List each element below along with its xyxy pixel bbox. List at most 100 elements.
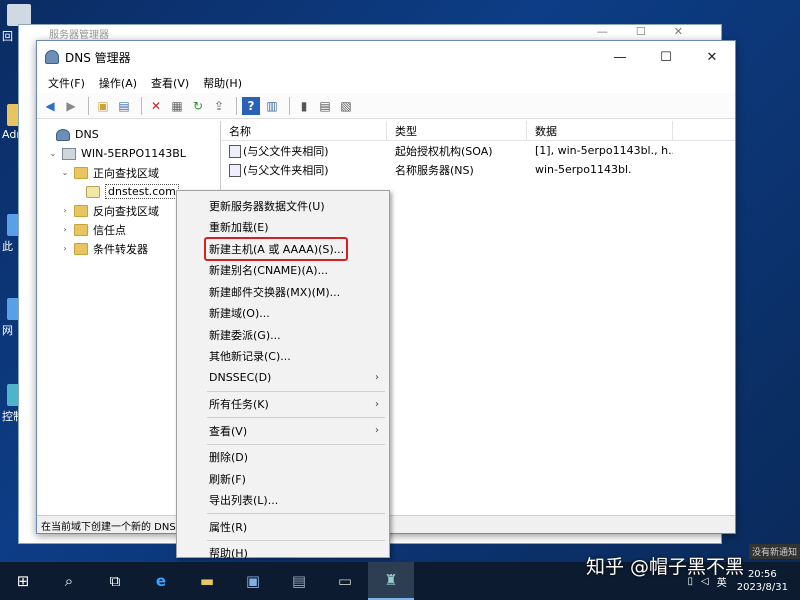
windows-logo-icon: ⊞ xyxy=(16,572,30,590)
up-folder-icon[interactable]: ▣ xyxy=(94,97,112,115)
dns-app-icon xyxy=(45,50,59,64)
menu-separator xyxy=(207,390,385,392)
context-menu: 更新服务器数据文件(U) 重新加载(E) 新建主机(A 或 AAAA)(S)..… xyxy=(176,190,390,560)
tree-label: DNS xyxy=(75,128,99,141)
terminal-icon: ▭ xyxy=(337,572,353,590)
forward-arrow-icon[interactable]: ▶ xyxy=(62,97,80,115)
menu-separator xyxy=(207,513,385,514)
tree-node-server[interactable]: ⌄ WIN-5ERPO1143BL xyxy=(37,144,220,163)
menu-item-other-new-records[interactable]: 其他新记录(C)... xyxy=(177,346,389,368)
show-hide-tree-icon[interactable]: ▤ xyxy=(115,97,133,115)
column-header-type[interactable]: 类型 xyxy=(387,121,527,140)
folder-icon xyxy=(74,204,88,217)
record-name: (与父文件夹相同) xyxy=(243,163,329,177)
server-icon xyxy=(62,147,76,160)
menu-item-dnssec[interactable]: DNSSEC(D) › xyxy=(177,367,389,389)
server-manager-titlebar: 服务器管理器 —☐✕ xyxy=(19,25,721,41)
menu-item-refresh[interactable]: 刷新(F) xyxy=(177,468,389,490)
record-icon xyxy=(229,145,241,158)
menu-item-new-mail-exchanger[interactable]: 新建邮件交换器(MX)(M)... xyxy=(177,281,389,303)
list-row[interactable]: (与父文件夹相同) 起始授权机构(SOA) [1], win-5erpo1143… xyxy=(221,141,735,160)
menu-file[interactable]: 文件(F) xyxy=(41,75,92,91)
column-header-name[interactable]: 名称 xyxy=(221,121,387,140)
notification-snippet[interactable]: 没有新通知 xyxy=(748,544,800,559)
menu-item-delete[interactable]: 删除(D) xyxy=(177,447,389,469)
menu-separator xyxy=(207,417,385,418)
menu-item-update-server-data[interactable]: 更新服务器数据文件(U) xyxy=(177,195,389,217)
toolbar-separator xyxy=(289,96,290,115)
chevron-down-icon[interactable]: ⌄ xyxy=(47,149,59,158)
menu-view[interactable]: 查看(V) xyxy=(144,75,196,91)
chevron-right-icon[interactable]: › xyxy=(59,244,71,253)
refresh-icon[interactable]: ↻ xyxy=(189,97,207,115)
start-button[interactable]: ⊞ xyxy=(0,562,46,600)
tree-label: 条件转发器 xyxy=(93,242,148,256)
menu-item-view[interactable]: 查看(V) › xyxy=(177,420,389,442)
menu-separator xyxy=(207,443,385,445)
menu-item-new-host[interactable]: 新建主机(A 或 AAAA)(S)... xyxy=(204,237,348,261)
close-button[interactable]: ✕ xyxy=(689,50,735,65)
taskbar-file-manager[interactable]: ▤ xyxy=(276,562,322,600)
menu-item-new-delegation[interactable]: 新建委派(G)... xyxy=(177,324,389,346)
record-icon xyxy=(229,164,241,177)
menu-item-properties[interactable]: 属性(R) xyxy=(177,516,389,538)
chevron-right-icon: › xyxy=(375,372,379,384)
zone-icon[interactable]: ▧ xyxy=(337,97,355,115)
dns-icon xyxy=(56,128,70,141)
toolbar-separator xyxy=(236,96,237,115)
titlebar: DNS 管理器 — ☐ ✕ xyxy=(37,41,735,73)
tree-node-forward-zones[interactable]: ⌄ 正向查找区域 xyxy=(37,163,220,182)
tree-label: 反向查找区域 xyxy=(93,204,159,218)
back-arrow-icon[interactable]: ◀ xyxy=(41,97,59,115)
delete-icon[interactable]: ✕ xyxy=(147,97,165,115)
menu-item-help[interactable]: 帮助(H) xyxy=(177,543,389,565)
export-list-icon[interactable]: ⇪ xyxy=(210,97,228,115)
menubar: 文件(F) 操作(A) 查看(V) 帮助(H) xyxy=(37,73,735,93)
server-icon[interactable]: ▮ xyxy=(295,97,313,115)
menu-item-export-list[interactable]: 导出列表(L)... xyxy=(177,490,389,512)
minimize-button[interactable]: — xyxy=(597,50,643,65)
taskbar-ie[interactable]: e xyxy=(138,562,184,600)
chevron-down-icon[interactable]: ⌄ xyxy=(59,168,71,177)
column-header-data[interactable]: 数据 xyxy=(527,121,673,140)
help-icon[interactable]: ? xyxy=(242,96,260,115)
tree-label: 信任点 xyxy=(93,223,126,237)
watermark: 知乎 @帽子黑不黑 xyxy=(586,556,745,578)
menu-action[interactable]: 操作(A) xyxy=(92,75,144,91)
search-icon: ⌕ xyxy=(64,572,74,590)
menu-item-new-alias[interactable]: 新建别名(CNAME)(A)... xyxy=(177,260,389,282)
list-row[interactable]: (与父文件夹相同) 名称服务器(NS) win-5erpo1143bl. xyxy=(221,160,735,179)
tree-label: 正向查找区域 xyxy=(93,166,159,180)
task-view-button[interactable]: ⧉ xyxy=(92,562,138,600)
chevron-right-icon[interactable]: › xyxy=(59,225,71,234)
menu-item-reload[interactable]: 重新加载(E) xyxy=(177,217,389,239)
console-icon[interactable]: ▥ xyxy=(263,97,281,115)
taskbar-command-prompt[interactable]: ▭ xyxy=(322,562,368,600)
menu-item-all-tasks[interactable]: 所有任务(K) › xyxy=(177,394,389,416)
chevron-right-icon: › xyxy=(375,425,379,437)
maximize-button[interactable]: ☐ xyxy=(643,50,689,65)
folder-icon xyxy=(74,166,88,179)
record-icon[interactable]: ▤ xyxy=(316,97,334,115)
record-name: (与父文件夹相同) xyxy=(243,144,329,158)
menu-item-new-domain[interactable]: 新建域(O)... xyxy=(177,303,389,325)
folder-icon xyxy=(74,242,88,255)
menu-help[interactable]: 帮助(H) xyxy=(196,75,249,91)
record-type: 起始授权机构(SOA) xyxy=(395,144,493,158)
search-button[interactable]: ⌕ xyxy=(46,562,92,600)
record-data: win-5erpo1143bl. xyxy=(535,163,632,176)
tree-node-dns[interactable]: DNS xyxy=(37,125,220,144)
list-header: 名称 类型 数据 xyxy=(221,121,735,141)
chevron-right-icon[interactable]: › xyxy=(59,206,71,215)
folder-icon: ▬ xyxy=(199,572,215,590)
taskbar-dns-manager[interactable]: ♜ xyxy=(368,562,414,600)
window-title: DNS 管理器 xyxy=(65,50,131,65)
menu-item-label: 所有任务(K) xyxy=(209,398,269,412)
chevron-right-icon: › xyxy=(375,398,379,410)
document-icon: ▤ xyxy=(291,572,307,590)
taskbar-server-manager[interactable]: ▣ xyxy=(230,562,276,600)
clock-time: 20:56 xyxy=(747,569,777,580)
recycle-bin-icon xyxy=(7,4,31,26)
properties-icon[interactable]: ▦ xyxy=(168,97,186,115)
taskbar-file-explorer[interactable]: ▬ xyxy=(184,562,230,600)
